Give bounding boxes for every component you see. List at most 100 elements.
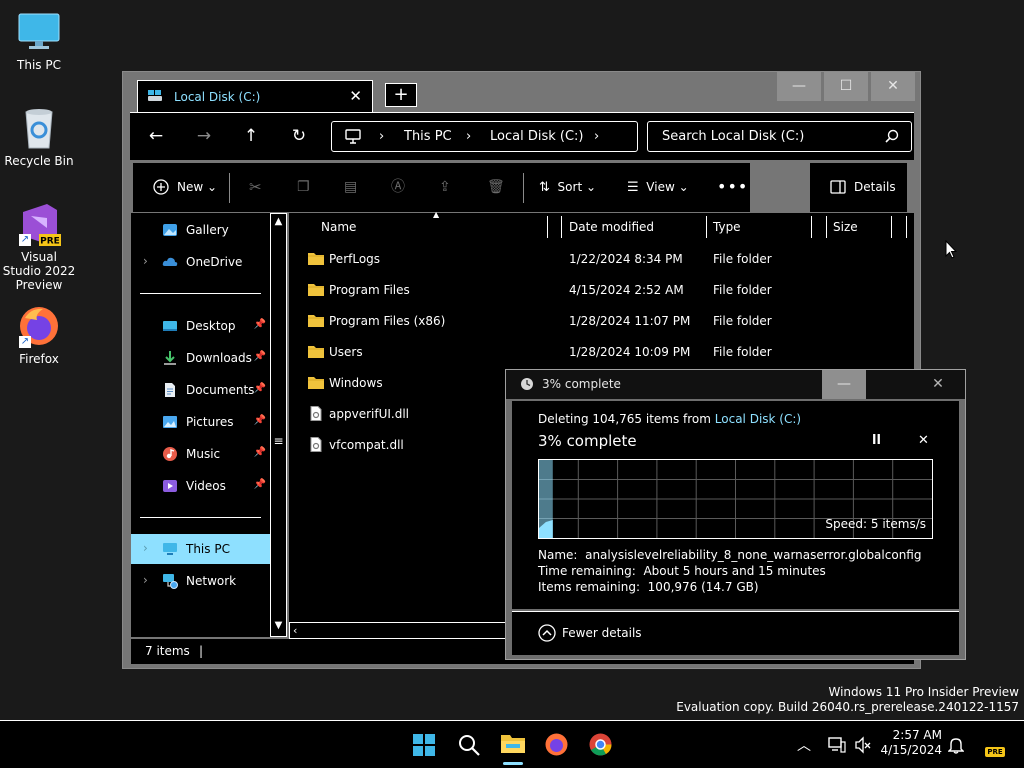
video-icon <box>163 480 177 492</box>
view-button[interactable]: ☰ View ⌄ <box>627 177 689 199</box>
desktop-folder-icon <box>163 321 177 331</box>
start-button[interactable] <box>412 733 436 757</box>
column-separator[interactable] <box>891 216 892 238</box>
nav-item-pictures[interactable]: Pictures 📌 <box>131 407 270 437</box>
folder-icon <box>308 346 324 358</box>
column-separator[interactable] <box>906 216 907 238</box>
refresh-button[interactable]: ↻ <box>287 125 311 149</box>
pin-icon[interactable]: 📌 <box>254 383 266 394</box>
dialog-body: Deleting 104,765 items from Local Disk (… <box>512 401 959 609</box>
pin-icon[interactable]: 📌 <box>254 351 266 362</box>
nav-item-onedrive[interactable]: › OneDrive <box>131 247 270 277</box>
notification-bell-icon[interactable] <box>948 736 964 754</box>
nav-item-gallery[interactable]: Gallery <box>131 215 270 245</box>
column-separator[interactable] <box>547 216 548 238</box>
desktop-icon-firefox[interactable]: ↗ Firefox <box>1 304 77 366</box>
breadcrumb[interactable]: › This PC › Local Disk (C:) › <box>331 121 638 152</box>
close-window-button[interactable]: ✕ <box>871 72 915 101</box>
network-status-icon[interactable] <box>828 736 846 754</box>
breadcrumb-chevron-icon: › <box>594 129 600 144</box>
firefox-icon[interactable] <box>544 732 569 757</box>
delete-icon[interactable]: 🗑 <box>487 177 505 199</box>
nav-item-downloads[interactable]: Downloads 📌 <box>131 343 270 373</box>
taskbar-clock[interactable]: 2:57 AM 4/15/2024 <box>880 728 942 758</box>
chrome-icon[interactable] <box>588 732 613 757</box>
up-button[interactable]: ↑ <box>239 125 263 149</box>
nav-item-desktop[interactable]: Desktop 📌 <box>131 311 270 341</box>
tab-local-disk[interactable]: Local Disk (C:) ✕ <box>137 80 373 112</box>
pin-icon[interactable]: 📌 <box>254 447 266 458</box>
deleting-message: Deleting 104,765 items from Local Disk (… <box>538 412 802 426</box>
scroll-left-icon[interactable]: ‹ <box>293 624 297 637</box>
back-button[interactable]: ← <box>144 125 168 149</box>
maximize-button[interactable]: ☐ <box>824 72 868 101</box>
breadcrumb-this-pc[interactable]: This PC <box>404 129 452 144</box>
volume-muted-icon[interactable] <box>854 736 872 754</box>
pin-icon[interactable]: 📌 <box>254 479 266 490</box>
column-header-name[interactable]: Name <box>321 216 356 238</box>
details-pane-icon <box>830 180 846 194</box>
scroll-up-icon[interactable]: ▲ <box>273 216 284 227</box>
expand-chevron-icon[interactable]: › <box>143 254 148 268</box>
search-icon[interactable] <box>457 733 481 757</box>
rename-icon[interactable]: Ⓐ <box>391 177 405 199</box>
nav-divider <box>140 293 261 294</box>
nav-item-this-pc[interactable]: › This PC <box>131 534 270 564</box>
column-separator[interactable] <box>826 216 827 238</box>
desktop-icon-recycle-bin[interactable]: Recycle Bin <box>1 106 77 168</box>
pause-button[interactable]: ll <box>872 433 881 448</box>
nav-item-network[interactable]: › Network <box>131 566 270 596</box>
nav-item-music[interactable]: Music 📌 <box>131 439 270 469</box>
copy-icon[interactable]: ❐ <box>297 177 310 199</box>
breadcrumb-local-disk[interactable]: Local Disk (C:) <box>490 129 583 144</box>
table-row[interactable]: Program Files (x86) 1/28/2024 11:07 PM F… <box>289 305 914 336</box>
cancel-operation-button[interactable]: ✕ <box>918 433 929 448</box>
expand-chevron-icon[interactable]: › <box>143 541 148 555</box>
source-link[interactable]: Local Disk (C:) <box>715 412 801 426</box>
separator <box>523 173 524 203</box>
scroll-down-icon[interactable]: ▼ <box>273 620 284 631</box>
new-button[interactable]: New ⌄ <box>177 177 217 199</box>
show-hidden-icons-chevron-icon[interactable]: ︿ <box>797 735 811 755</box>
nav-item-videos[interactable]: Videos 📌 <box>131 471 270 501</box>
column-separator[interactable] <box>561 216 562 238</box>
forward-button[interactable]: → <box>192 125 216 149</box>
more-options-icon[interactable]: ••• <box>717 177 748 199</box>
nav-item-documents[interactable]: Documents 📌 <box>131 375 270 405</box>
music-icon <box>163 447 177 461</box>
search-input[interactable]: Search Local Disk (C:) <box>647 121 912 152</box>
nav-divider <box>140 517 261 518</box>
new-tab-button[interactable]: + <box>385 83 417 107</box>
table-row[interactable]: Program Files 4/15/2024 2:52 AM File fol… <box>289 274 914 305</box>
column-header-size[interactable]: Size <box>833 216 858 238</box>
dialog-close-button[interactable]: ✕ <box>916 370 960 399</box>
paste-icon[interactable]: ▤ <box>344 177 357 199</box>
sort-button[interactable]: ⇅ Sort ⌄ <box>539 177 596 199</box>
minimize-button[interactable]: — <box>777 72 821 101</box>
expand-chevron-icon[interactable]: › <box>143 573 148 587</box>
column-header-date-modified[interactable]: Date modified <box>569 216 654 238</box>
table-row[interactable]: Users 1/28/2024 10:09 PM File folder <box>289 336 914 367</box>
column-separator[interactable] <box>706 216 707 238</box>
pin-icon[interactable]: 📌 <box>254 415 266 426</box>
column-header-type[interactable]: Type <box>713 216 741 238</box>
plus-circle-icon <box>153 179 169 195</box>
desktop-icon-label: Firefox <box>19 352 59 366</box>
desktop-icon-this-pc[interactable]: This PC <box>1 10 77 72</box>
details-pane-button[interactable]: Details <box>810 163 907 212</box>
desktop-icon-visual-studio[interactable]: PRE ↗ Visual Studio 2022 Preview <box>1 202 77 292</box>
file-list-horizontal-scrollbar[interactable]: ‹ <box>289 622 509 639</box>
close-tab-icon[interactable]: ✕ <box>349 87 362 105</box>
folder-icon <box>308 377 324 389</box>
folder-icon <box>308 284 324 296</box>
navigation-pane-scrollbar[interactable]: ▲ ≡ ▼ <box>270 213 287 637</box>
table-row[interactable]: PerfLogs 1/22/2024 8:34 PM File folder <box>289 243 914 274</box>
share-icon[interactable]: ⇪ <box>439 177 451 199</box>
dialog-minimize-button[interactable]: — <box>822 370 866 399</box>
pin-icon[interactable]: 📌 <box>254 319 266 330</box>
column-separator[interactable] <box>811 216 812 238</box>
network-icon <box>163 574 178 589</box>
cut-icon[interactable]: ✂ <box>249 177 262 199</box>
scrollbar-grip-icon[interactable]: ≡ <box>273 434 284 448</box>
file-explorer-icon[interactable] <box>500 731 526 757</box>
